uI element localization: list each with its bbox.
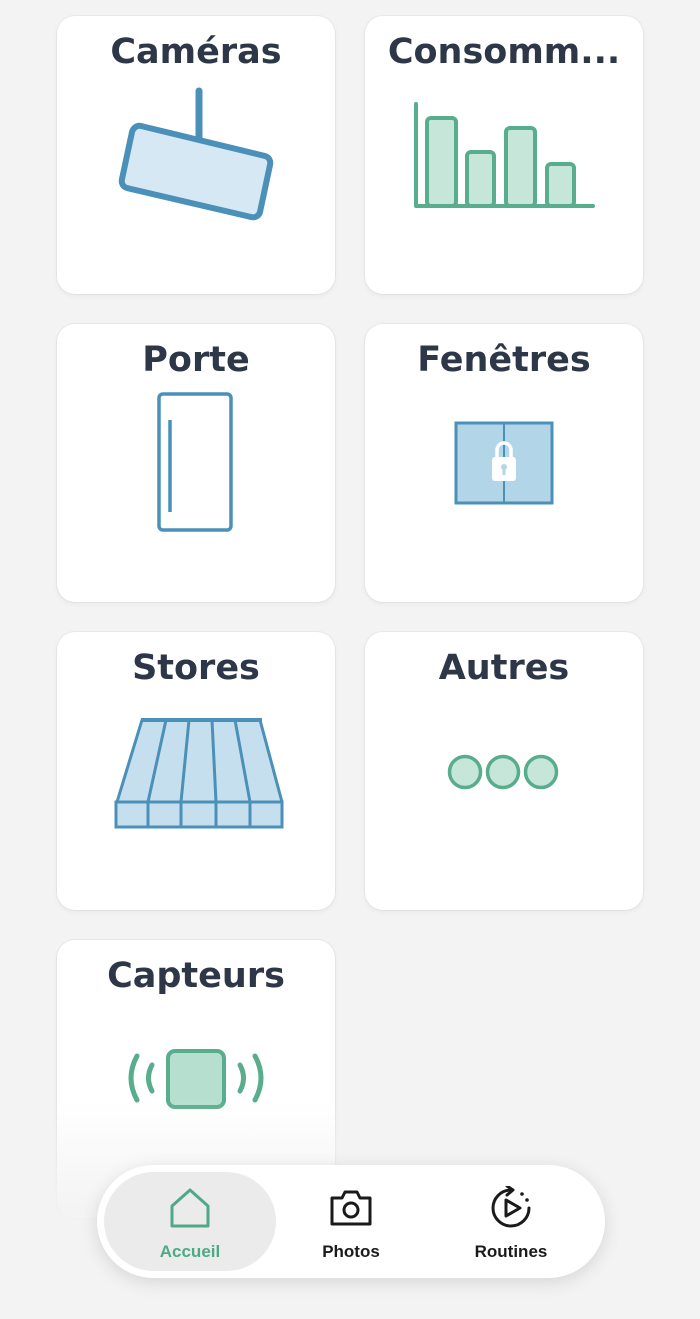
door-icon [157,392,233,532]
tab-routines[interactable]: Routines [425,1172,597,1271]
tab-label: Routines [474,1242,548,1261]
tile-fenetres[interactable]: Fenêtres [365,324,643,602]
tile-autres[interactable]: Autres [365,632,643,910]
routine-play-icon [491,1186,531,1228]
bar-chart-icon [414,102,595,208]
home-icon [170,1188,210,1228]
camera-icon [330,1190,372,1226]
tab-accueil[interactable]: Accueil [104,1172,276,1271]
tab-label: Accueil [159,1242,221,1261]
more-dots-icon [447,754,559,790]
tile-consommation[interactable]: Consomm... [365,16,643,294]
tile-stores[interactable]: Stores [57,632,335,910]
tile-porte[interactable]: Porte [57,324,335,602]
bottom-tab-bar: Accueil Photos Routines [97,1165,605,1278]
awning-blinds-icon [114,718,284,829]
tile-cameras[interactable]: Caméras [57,16,335,294]
tab-photos[interactable]: Photos [265,1172,437,1271]
window-lock-icon [454,421,554,505]
tab-label: Photos [322,1242,380,1261]
security-camera-icon [118,87,274,221]
